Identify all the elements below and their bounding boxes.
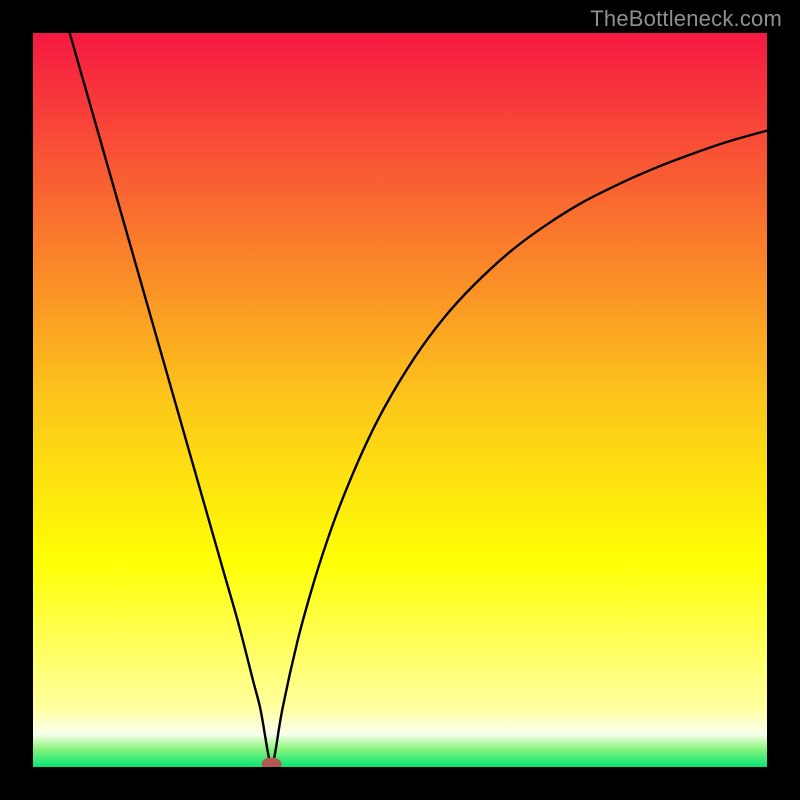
- watermark-text: TheBottleneck.com: [590, 6, 782, 32]
- gradient-background: [33, 33, 767, 767]
- plot-area: [33, 33, 767, 767]
- chart-svg: [33, 33, 767, 767]
- chart-frame: TheBottleneck.com: [0, 0, 800, 800]
